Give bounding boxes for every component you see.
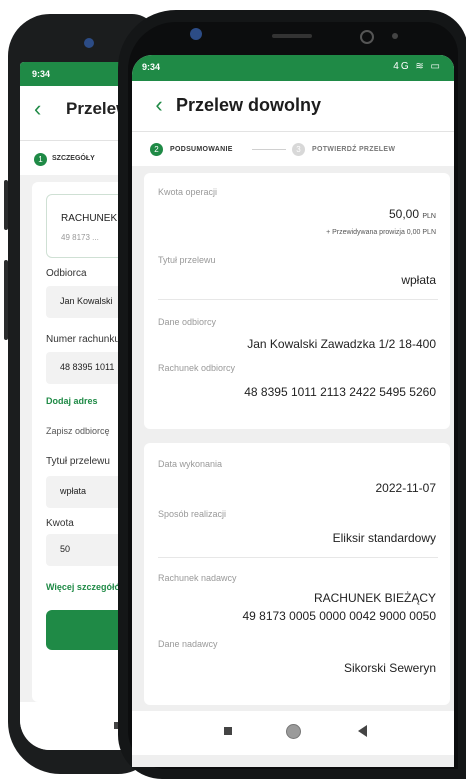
back-title-value: wpłata bbox=[60, 486, 87, 496]
title-value: wpłata bbox=[401, 273, 436, 287]
front-speaker bbox=[272, 34, 312, 38]
step-active-dot: 2 bbox=[150, 143, 163, 156]
back-amount-value: 50 bbox=[60, 544, 71, 554]
stepper: 2 PODSUMOWANIE 3 POTWIERDŹ PRZELEW bbox=[132, 131, 454, 166]
recipient-account-value: 48 8395 1011 2113 2422 5495 5260 bbox=[244, 385, 436, 399]
recipient-value: Jan Kowalski Zawadzka 1/2 18-400 bbox=[247, 337, 436, 351]
amount-currency: PLN bbox=[422, 213, 436, 220]
back-add-address-link[interactable]: Dodaj adres bbox=[46, 396, 98, 406]
amount-label: Kwota operacji bbox=[158, 187, 218, 197]
status-bar: 9:34 4G ≋ ▭ bbox=[132, 55, 454, 81]
method-value: Eliksir standardowy bbox=[332, 531, 436, 545]
recipient-label: Dane odbiorcy bbox=[158, 317, 217, 327]
back-account-label: Numer rachunku bbox=[46, 334, 120, 345]
back-chevron-left-icon[interactable]: ‹ bbox=[34, 96, 41, 122]
app-header: ‹ Przelew dowolny bbox=[132, 81, 454, 131]
back-recipient-label: Odbiorca bbox=[46, 268, 87, 279]
back-account-number: 49 8173 ... bbox=[61, 233, 99, 242]
fee-note: + Przewidywana prowizja 0,00 PLN bbox=[326, 229, 436, 236]
back-account-value: 48 8395 1011 bbox=[60, 362, 115, 372]
sender-label: Dane nadawcy bbox=[158, 639, 218, 649]
back-amount-label: Kwota bbox=[46, 518, 74, 529]
back-more-details-link[interactable]: Więcej szczegółów bbox=[46, 582, 127, 592]
title-label: Tytuł przelewu bbox=[158, 255, 216, 265]
sender-account-name: RACHUNEK BIEŻĄCY bbox=[313, 591, 436, 605]
android-nav-bar bbox=[132, 711, 454, 755]
recipient-account-label: Rachunek odbiorcy bbox=[158, 363, 236, 373]
front-camera bbox=[190, 28, 202, 40]
sender-account-label: Rachunek nadawcy bbox=[158, 573, 237, 583]
back-phone-camera bbox=[84, 38, 94, 48]
execution-details-card: Data wykonania 2022-11-07 Sposób realiza… bbox=[144, 443, 450, 705]
amount-value-row: 50,00 PLN bbox=[389, 207, 436, 221]
front-sensor bbox=[360, 30, 374, 44]
back-triangle-icon[interactable] bbox=[358, 725, 367, 737]
status-time: 9:34 bbox=[142, 62, 161, 72]
back-save-recipient[interactable]: Zapisz odbiorcę bbox=[46, 426, 110, 436]
back-recipient-value: Jan Kowalski bbox=[60, 296, 113, 306]
chevron-left-icon[interactable]: ‹ bbox=[144, 91, 174, 121]
amount-value: 50,00 bbox=[389, 207, 420, 221]
page-title: Przelew dowolny bbox=[176, 95, 322, 115]
transfer-details-card: Kwota operacji 50,00 PLN + Przewidywana … bbox=[144, 173, 450, 429]
front-sensor bbox=[392, 33, 398, 39]
recents-icon[interactable] bbox=[224, 727, 232, 735]
step-divider bbox=[252, 149, 286, 150]
back-title-label: Tytuł przelewu bbox=[46, 456, 110, 467]
back-phone-side-button bbox=[4, 180, 8, 230]
back-phone-side-button bbox=[4, 260, 8, 340]
status-icons: 4G ≋ ▭ bbox=[393, 61, 442, 72]
step-confirm-label: POTWIERDŹ PRZELEW bbox=[312, 146, 396, 153]
sender-account-number: 49 8173 0005 0000 0042 9000 0050 bbox=[242, 609, 436, 623]
back-step-dot: 1 bbox=[34, 153, 47, 166]
date-label: Data wykonania bbox=[158, 459, 223, 469]
divider bbox=[158, 299, 438, 300]
home-icon[interactable] bbox=[286, 724, 301, 739]
sender-value: Sikorski Seweryn bbox=[343, 661, 436, 675]
back-status-time: 9:34 bbox=[32, 69, 51, 79]
front-phone-screen: 9:34 4G ≋ ▭ ‹ Przelew dowolny 2 PODSUMOW… bbox=[132, 55, 454, 767]
date-value: 2022-11-07 bbox=[375, 481, 437, 495]
back-step-label: SZCZEGÓŁY bbox=[52, 155, 95, 162]
divider bbox=[158, 557, 438, 558]
step-summary-label: PODSUMOWANIE bbox=[170, 146, 233, 153]
step-pending-dot: 3 bbox=[292, 143, 305, 156]
method-label: Sposób realizacji bbox=[158, 509, 227, 519]
